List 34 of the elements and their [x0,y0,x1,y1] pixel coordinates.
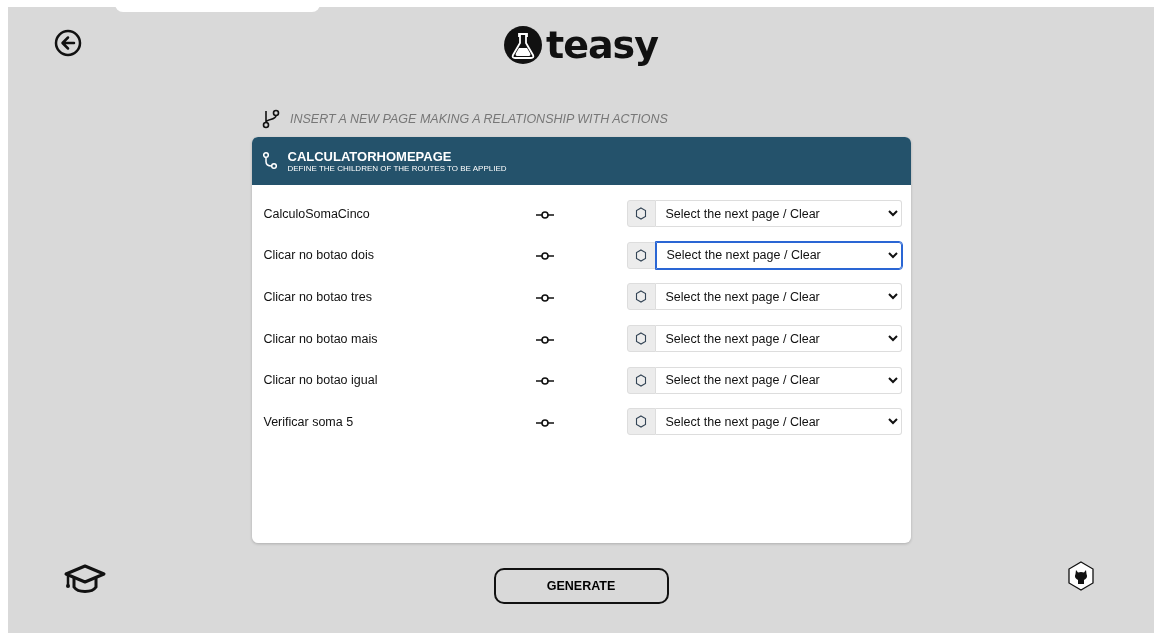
page-select[interactable]: Select the next page / Clear [655,366,902,394]
commit-icon [535,377,554,386]
flask-icon [504,26,542,64]
hexagon-icon [635,207,647,221]
card-subtitle: DEFINE THE CHILDREN OF THE ROUTES TO BE APPLIED [287,164,507,173]
page-select[interactable]: Select the next page / Clear [655,241,902,269]
action-label: CalculoSomaCinco [263,206,371,221]
action-label: Clicar no botao mais [263,331,379,346]
card-title: CALCULATORHOMEPAGE [287,149,453,164]
hexagon-icon [635,332,647,346]
back-icon[interactable] [54,29,82,57]
commit-icon [535,252,554,261]
branch-icon [262,109,280,129]
commit-icon [535,418,554,427]
route-icon [261,151,278,171]
action-label: Clicar no botao tres [263,290,373,304]
hexagon-icon [635,373,647,387]
commit-icon [535,294,554,302]
action-label: Verificar soma 5 [263,414,355,429]
page-select[interactable]: Select the next page / Clear [655,283,902,311]
page-select[interactable]: Select the next page / Clear [655,325,902,353]
logo-text: teasy [546,23,658,67]
page-select[interactable]: Select the next page / Clear [655,408,902,436]
commit-icon [535,210,554,219]
hexagon-icon [635,415,647,429]
page-select[interactable]: Select the next page / Clear [655,200,902,228]
action-label: Clicar no botao igual [263,373,379,388]
hexagon-icon [635,248,647,262]
instruction-text: INSERT A NEW PAGE MAKING A RELATIONSHIP WITH ACTIONS [290,112,668,126]
hexagon-icon [635,290,647,304]
action-label: Clicar no botao dois [263,248,375,263]
generate-button[interactable]: GENERATE [493,568,669,604]
github-icon[interactable] [1067,561,1095,591]
commit-icon [535,335,554,344]
